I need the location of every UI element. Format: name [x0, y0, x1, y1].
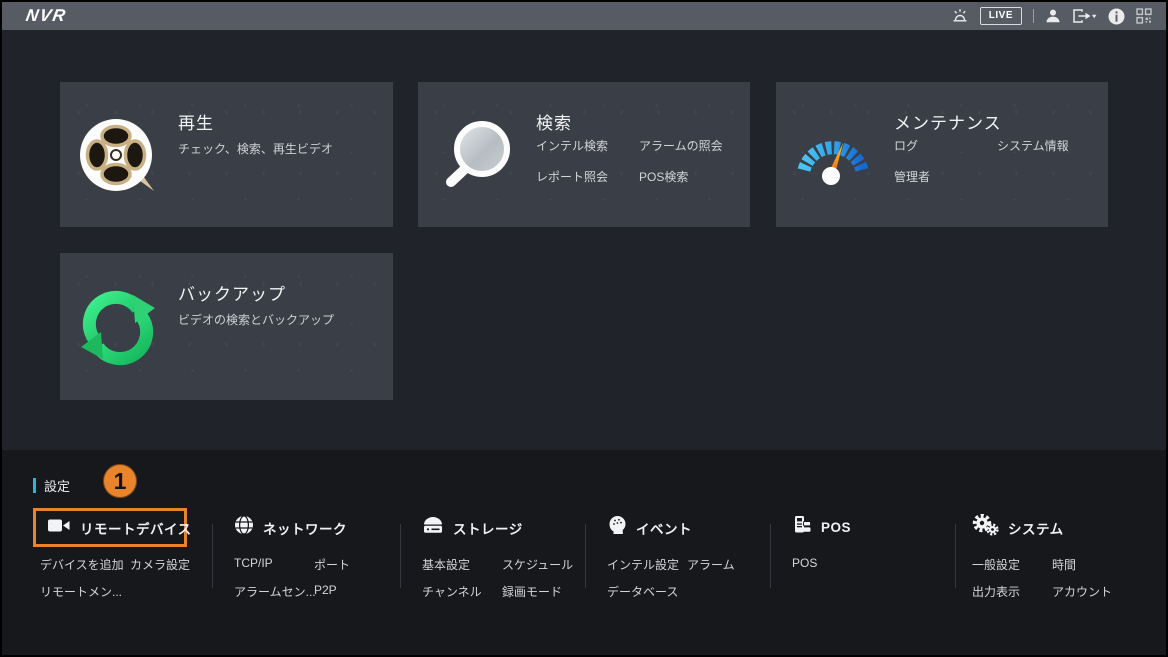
pos-button[interactable]: POS: [785, 508, 872, 547]
sync-arrows-icon: [78, 287, 158, 367]
remote-device-links: デバイスを追加 カメラ設定 リモートメン...: [33, 556, 190, 600]
globe-icon: [234, 515, 254, 540]
main-menu-area: 再生 チェック、検索、再生ビデオ 検索: [2, 30, 1166, 450]
section-title: イベント: [636, 518, 692, 538]
link-intel-settings[interactable]: インテル設定: [607, 556, 687, 573]
step-1-badge: 1: [103, 464, 137, 498]
link-add-device[interactable]: デバイスを追加: [40, 556, 130, 573]
storage-links: 基本設定 スケジュール チャンネル 録画モード: [415, 556, 573, 600]
link-camera-settings[interactable]: カメラ設定: [130, 556, 190, 573]
link-port[interactable]: ポート: [314, 556, 350, 573]
tile-search[interactable]: 検索 インテル検索 アラームの照会 レポート照会 POS検索: [418, 82, 750, 227]
user-icon[interactable]: [1045, 8, 1061, 24]
link-time[interactable]: 時間: [1052, 556, 1112, 573]
tile-maintenance[interactable]: メンテナンス ログ システム情報 管理者: [776, 82, 1108, 227]
alarm-beacon-icon[interactable]: [951, 7, 969, 25]
network-button[interactable]: ネットワーク: [227, 508, 350, 547]
settings-section-remote-device: リモートデバイス デバイスを追加 カメラ設定 リモートメン...: [33, 508, 190, 600]
section-divider: [400, 524, 401, 588]
link-account[interactable]: アカウント: [1052, 583, 1112, 600]
topbar-actions: LIVE: [951, 2, 1152, 30]
network-links: TCP/IP ポート アラームセン... P2P: [227, 556, 350, 600]
tile-title-playback: 再生: [178, 109, 214, 134]
link-pos[interactable]: POS: [792, 556, 872, 570]
link-tcp-ip[interactable]: TCP/IP: [234, 556, 314, 573]
gears-icon: [972, 514, 999, 541]
settings-heading: 設定: [33, 476, 70, 495]
gauge-icon: [794, 116, 874, 196]
section-divider: [212, 524, 213, 588]
section-divider: [770, 524, 771, 588]
video-camera-icon: [48, 518, 70, 538]
section-title: リモートデバイス: [80, 518, 192, 538]
settings-section-storage: ストレージ 基本設定 スケジュール チャンネル 録画モード: [415, 508, 573, 600]
link-alarm-center[interactable]: アラームセン...: [234, 583, 314, 600]
app-window: NVR LIVE: [0, 0, 1168, 657]
tile-title-backup: バックアップ: [178, 280, 286, 305]
tile-backup[interactable]: バックアップ ビデオの検索とバックアップ: [60, 253, 393, 400]
link-output-display[interactable]: 出力表示: [972, 583, 1052, 600]
topbar-divider: [1033, 9, 1034, 23]
section-title: POS: [821, 520, 851, 535]
pos-terminal-icon: [792, 515, 812, 540]
settings-panel: 設定 1 リモートデバイス デバイスを追加 カメラ設定 リモートメン: [2, 450, 1166, 655]
link-basic-settings[interactable]: 基本設定: [422, 556, 502, 573]
system-button[interactable]: システム: [965, 508, 1112, 547]
nvr-logo: NVR: [24, 6, 68, 26]
link-log[interactable]: ログ: [894, 137, 997, 154]
storage-button[interactable]: ストレージ: [415, 508, 573, 547]
section-divider: [955, 524, 956, 588]
hard-drive-icon: [422, 515, 444, 540]
live-button[interactable]: LIVE: [980, 7, 1022, 25]
link-alarm-inquiry[interactable]: アラームの照会: [639, 137, 723, 154]
cyan-accent-bar: [33, 478, 36, 493]
link-database[interactable]: データベース: [607, 583, 687, 600]
link-administrator[interactable]: 管理者: [894, 168, 997, 185]
settings-section-system: システム 一般設定 時間 出力表示 アカウント: [965, 508, 1112, 600]
tile-maintenance-links: ログ システム情報 管理者: [894, 137, 1069, 185]
tile-subtitle-playback: チェック、検索、再生ビデオ: [178, 140, 333, 157]
tile-playback[interactable]: 再生 チェック、検索、再生ビデオ: [60, 82, 393, 227]
film-reel-icon: [78, 116, 158, 196]
section-title: ネットワーク: [263, 518, 347, 538]
tile-title-maintenance: メンテナンス: [894, 109, 1002, 134]
link-alarm[interactable]: アラーム: [687, 556, 735, 573]
magnifier-icon: [436, 116, 516, 196]
link-p2p[interactable]: P2P: [314, 583, 350, 600]
link-general-settings[interactable]: 一般設定: [972, 556, 1052, 573]
pos-links: POS: [785, 556, 872, 570]
link-schedule[interactable]: スケジュール: [502, 556, 573, 573]
topbar: NVR LIVE: [2, 2, 1166, 30]
tile-subtitle-backup: ビデオの検索とバックアップ: [178, 311, 334, 328]
link-intel-search[interactable]: インテル検索: [536, 137, 639, 154]
section-title: ストレージ: [453, 518, 523, 538]
remote-device-button[interactable]: リモートデバイス: [33, 508, 187, 547]
event-button[interactable]: イベント: [600, 508, 735, 547]
qr-code-icon[interactable]: [1136, 8, 1152, 24]
link-report-inquiry[interactable]: レポート照会: [536, 168, 639, 185]
link-channel[interactable]: チャンネル: [422, 583, 502, 600]
link-system-info[interactable]: システム情報: [997, 137, 1069, 154]
link-remote-maintenance[interactable]: リモートメン...: [40, 583, 130, 600]
settings-section-pos: POS POS: [785, 508, 872, 570]
event-links: インテル設定 アラーム データベース: [600, 556, 735, 600]
link-record-mode[interactable]: 録画モード: [502, 583, 573, 600]
settings-section-event: イベント インテル設定 アラーム データベース: [600, 508, 735, 600]
settings-section-network: ネットワーク TCP/IP ポート アラームセン... P2P: [227, 508, 350, 600]
logout-icon[interactable]: [1072, 8, 1097, 24]
section-title: システム: [1008, 518, 1064, 538]
head-brain-icon: [607, 515, 627, 540]
settings-heading-label: 設定: [44, 476, 70, 495]
link-pos-search[interactable]: POS検索: [639, 168, 723, 185]
system-links: 一般設定 時間 出力表示 アカウント: [965, 556, 1112, 600]
info-icon[interactable]: [1108, 8, 1125, 25]
section-divider: [585, 524, 586, 588]
tile-search-links: インテル検索 アラームの照会 レポート照会 POS検索: [536, 137, 723, 185]
tile-title-search: 検索: [536, 109, 572, 134]
